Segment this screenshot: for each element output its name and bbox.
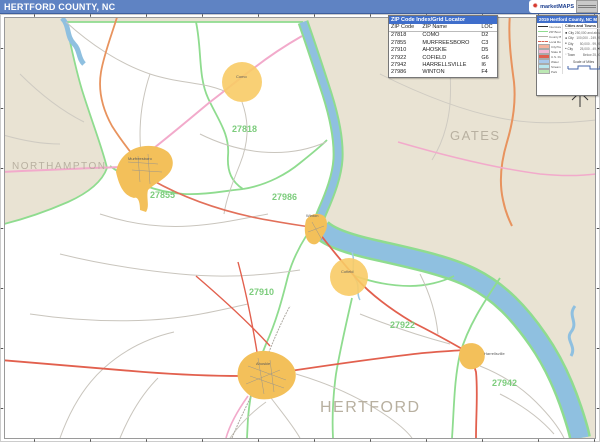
zip-row: 27942HARRELLSVILLEI6 — [389, 62, 497, 69]
park-chip — [538, 69, 550, 74]
zip-index-title: ZIP Code Index/Grid Locator — [389, 16, 497, 24]
legend-body: Interstate Hwy. ZIP Boundary County Bdry… — [537, 23, 597, 75]
region-label-hertford: HERTFORD — [320, 399, 421, 416]
zip-label-27910: 27910 — [249, 287, 274, 297]
town-label-cofield: Cofield — [341, 269, 353, 274]
zip-row: 27986WINTONF4 — [389, 69, 497, 76]
town-label-winton: Winton — [306, 213, 318, 218]
logo-burst-icon: ✹ — [532, 3, 538, 10]
map-legend-panel: 2019 Hertford County, NC Map Interstate … — [536, 15, 598, 96]
zip-label-27942: 27942 — [492, 378, 517, 388]
town-como-area — [222, 62, 262, 102]
logo-brand-text: marketMAPS — [540, 4, 574, 10]
county-map-svg: NORTHAMPTON GATES HERTFORD 27818 27855 2… — [0, 14, 600, 442]
zip-code-index-panel: ZIP Code Index/Grid Locator ZIP Code ZIP… — [388, 15, 498, 78]
title-bar: HERTFORD COUNTY, NC — [0, 0, 600, 14]
zip-row: 27910AHOSKIED5 — [389, 47, 497, 54]
zip-label-27986: 27986 — [272, 192, 297, 202]
col-loc: LOC — [479, 24, 497, 32]
legend-symbols: Interstate Hwy. ZIP Boundary County Bdry… — [538, 24, 563, 74]
cities-and-towns-title: Cities and Towns — [565, 24, 600, 29]
zip-row: 27922COFIELDG6 — [389, 55, 497, 62]
city-dot-icon: ● — [565, 42, 567, 45]
brand-logo: ✹ marketMAPS — [529, 0, 600, 13]
zip-table-header-row: ZIP Code ZIP Name LOC — [389, 24, 497, 32]
zip-table: ZIP Code ZIP Name LOC 27818COMOD2 27855M… — [389, 24, 497, 77]
town-label-como: Como — [236, 74, 247, 79]
logo-badge — [576, 0, 598, 13]
col-zip-code: ZIP Code — [389, 24, 420, 32]
region-label-northampton: NORTHAMPTON — [12, 161, 106, 172]
city-dot-icon: ○ — [565, 54, 567, 57]
city-dot-icon: ● — [565, 37, 567, 41]
legend-title: 2019 Hertford County, NC Map — [537, 16, 597, 23]
map-page: { "title_bar": { "title": "HERTFORD COUN… — [0, 0, 600, 442]
town-label-ahoskie: Ahoskie — [256, 361, 271, 366]
region-label-gates: GATES — [450, 128, 501, 143]
interstate-line-swatch — [538, 26, 548, 27]
zip-label-27922: 27922 — [390, 320, 415, 330]
town-cofield-area — [330, 258, 368, 296]
zip-row: 27855MURFREESBOROC3 — [389, 40, 497, 47]
zip-label-27818: 27818 — [232, 124, 257, 134]
scale-bar — [567, 64, 600, 71]
city-dot-icon: ● — [565, 31, 567, 35]
zip-boundary-swatch — [538, 31, 548, 32]
city-dot-icon: ● — [565, 48, 567, 51]
town-label-murfreesboro: Murfreesboro — [128, 156, 153, 161]
zip-row: 27818COMOD2 — [389, 32, 497, 40]
legend-cities: Cities and Towns ●City250,000 and above … — [563, 24, 600, 74]
col-zip-name: ZIP Name — [420, 24, 479, 32]
page-title: HERTFORD COUNTY, NC — [0, 2, 115, 12]
map-canvas: NORTHAMPTON GATES HERTFORD 27818 27855 2… — [0, 14, 600, 442]
town-label-harrellsville: Harrellsville — [484, 351, 505, 356]
county-boundary-swatch — [538, 36, 548, 37]
zip-label-27855: 27855 — [150, 190, 175, 200]
local-road-swatch — [538, 41, 548, 42]
